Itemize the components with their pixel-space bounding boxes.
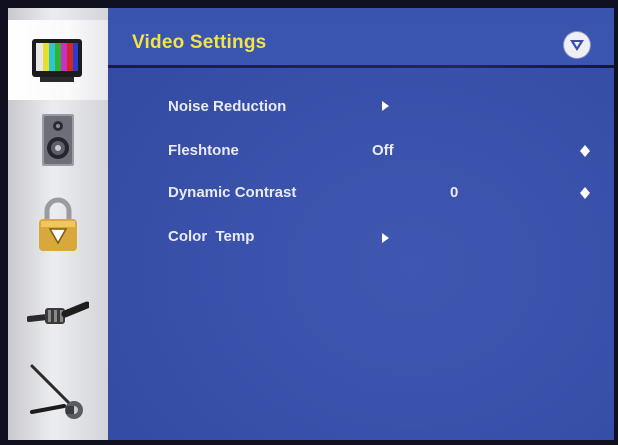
menu-item-label: Color Temp — [168, 228, 255, 245]
sidebar-item-lock[interactable] — [8, 184, 108, 264]
menu-item-dynamic-contrast[interactable]: Dynamic Contrast 0 — [168, 184, 598, 208]
cable-connector-icon — [27, 301, 89, 324]
osd-screen: Video Settings Noise Reduction Fleshtone… — [0, 0, 618, 445]
speaker-icon — [42, 114, 74, 166]
panel-header: Video Settings — [108, 8, 614, 66]
menu-item-color-temp[interactable]: Color Temp — [168, 228, 598, 252]
sidebar-item-video[interactable] — [8, 20, 108, 100]
up-down-arrow-icon — [580, 187, 590, 199]
tv-color-bars-icon — [32, 39, 82, 82]
menu-item-fleshtone[interactable]: Fleshtone Off — [168, 142, 598, 166]
padlock-icon — [39, 197, 77, 251]
video-settings-panel: Video Settings Noise Reduction Fleshtone… — [108, 8, 614, 440]
submenu-arrow-icon — [382, 101, 389, 111]
submenu-arrow-icon — [382, 233, 389, 243]
header-divider — [108, 65, 614, 68]
sidebar-item-audio[interactable] — [8, 100, 108, 180]
vizio-v-logo-icon — [564, 32, 590, 58]
sidebar-item-input[interactable] — [8, 274, 108, 354]
menu-item-noise-reduction[interactable]: Noise Reduction — [168, 98, 598, 122]
menu-item-label: Dynamic Contrast — [168, 184, 297, 201]
sidebar-item-setup[interactable] — [8, 352, 108, 432]
menu-item-label: Fleshtone — [168, 142, 239, 159]
settings-category-sidebar — [8, 8, 108, 440]
menu-item-label: Noise Reduction — [168, 98, 287, 115]
page-title: Video Settings — [132, 32, 267, 53]
wrench-tool-icon — [30, 364, 83, 419]
up-down-arrow-icon — [580, 145, 590, 157]
menu-item-value: 0 — [450, 184, 459, 201]
menu-item-value: Off — [372, 142, 394, 159]
